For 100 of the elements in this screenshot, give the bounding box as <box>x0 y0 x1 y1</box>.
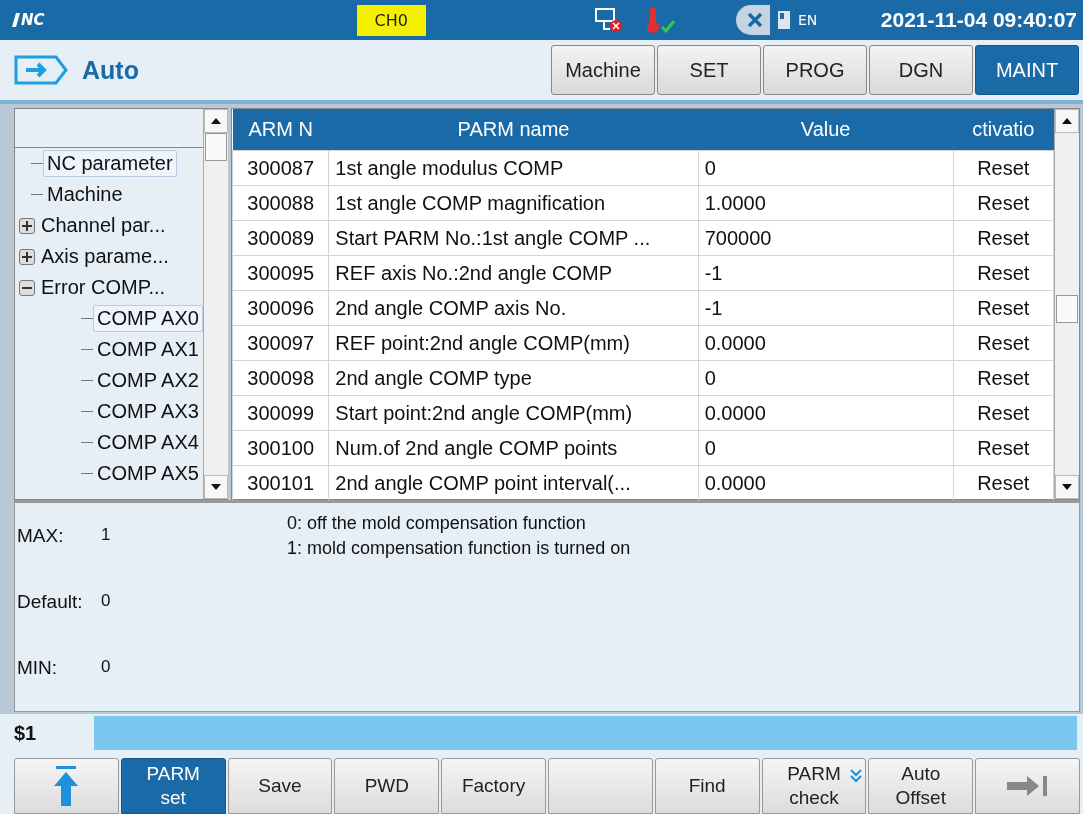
limit-label: MIN: <box>17 657 59 679</box>
network-error-icon <box>593 7 624 33</box>
tree-item[interactable]: NC parameter <box>43 150 177 177</box>
expander-button[interactable] <box>19 279 35 296</box>
mode-label: Auto <box>82 55 139 85</box>
table-cell: Reset <box>953 150 1054 186</box>
tree-item[interactable]: COMP AX1 <box>93 336 203 363</box>
plus-icon <box>22 251 32 262</box>
plus-icon <box>22 220 32 231</box>
channel-label: CH0 <box>356 4 426 36</box>
tree-item[interactable]: Error COMP... <box>37 274 170 301</box>
next-button[interactable] <box>975 758 1080 814</box>
close-icon[interactable] <box>735 5 770 35</box>
tree-item[interactable]: COMP AX3 <box>93 398 203 425</box>
table-cell: 300095 <box>232 255 329 291</box>
softkey-button[interactable]: PARM check <box>761 758 867 814</box>
language-label: EN <box>797 12 818 28</box>
table-cell: 0 <box>698 430 954 466</box>
table-cell: Start PARM No.:1st angle COMP ... <box>328 220 699 256</box>
up-arrow-button[interactable] <box>14 758 119 814</box>
table-cell: 300100 <box>232 430 329 466</box>
limit-value: 0 <box>101 657 111 678</box>
description-line: 1: mold compensation function is turned on <box>287 538 631 559</box>
softkey-button[interactable]: PWD <box>334 758 440 814</box>
table-cell: Reset <box>953 430 1054 466</box>
description-line: 0: off the mold compensation function <box>287 513 587 534</box>
logo: NC <box>10 11 45 29</box>
column-header: PARM name <box>328 109 699 151</box>
scrollbar[interactable] <box>202 109 228 499</box>
expander-button[interactable] <box>19 217 35 234</box>
tab[interactable]: SET <box>657 45 761 95</box>
scroll-down-icon <box>1062 484 1072 490</box>
limit-value: 0 <box>101 591 111 612</box>
tree-item[interactable]: Machine <box>43 181 127 208</box>
table-cell: 0.0000 <box>698 325 954 361</box>
table-cell: 300087 <box>232 150 329 186</box>
table-cell: Reset <box>953 325 1054 361</box>
tree-item[interactable]: COMP AX5 <box>93 460 203 487</box>
table-cell: 0.0000 <box>698 395 954 431</box>
column-header: Value <box>698 109 954 151</box>
scroll-down-icon <box>210 484 221 490</box>
table-cell: -1 <box>698 255 954 291</box>
table-cell: 300088 <box>232 185 329 221</box>
tab[interactable]: DGN <box>869 45 973 95</box>
table-cell: Reset <box>953 220 1054 256</box>
table-cell: 700000 <box>698 220 954 256</box>
limit-label: MAX: <box>17 525 65 547</box>
storage-icon <box>777 11 790 29</box>
scrollbar[interactable] <box>1054 109 1079 499</box>
table-cell: Reset <box>953 360 1054 396</box>
tree-item[interactable]: Axis parame... <box>37 243 173 270</box>
blank-softkey-button[interactable] <box>548 758 653 814</box>
softkey-button[interactable]: PARM set <box>120 758 226 814</box>
table-cell: 0 <box>698 360 954 396</box>
scroll-up-icon <box>210 118 221 124</box>
softkey-button[interactable]: Auto Offset <box>868 758 974 814</box>
limit-value: 1 <box>101 525 111 546</box>
table-cell: REF axis No.:2nd angle COMP <box>328 255 699 291</box>
table-cell: 1.0000 <box>698 185 954 221</box>
softkey-button[interactable]: Factory <box>441 758 546 814</box>
table-cell: 2nd angle COMP axis No. <box>328 290 699 326</box>
table-cell: Start point:2nd angle COMP(mm) <box>328 395 699 431</box>
scroll-thumb[interactable] <box>1056 295 1078 323</box>
command-input[interactable] <box>94 716 1077 750</box>
table-cell: -1 <box>698 290 954 326</box>
table-cell: 300089 <box>232 220 329 256</box>
table-cell: 1st angle COMP magnification <box>328 185 699 221</box>
expander-button[interactable] <box>19 248 35 265</box>
tree-item[interactable]: COMP AX4 <box>93 429 203 456</box>
tree-item[interactable]: Channel par... <box>37 212 170 239</box>
tree-item[interactable]: COMP AX0 <box>93 305 203 332</box>
table-cell: Num.of 2nd angle COMP points <box>328 430 699 466</box>
table-cell: 1st angle modulus COMP <box>328 150 699 186</box>
tab[interactable]: Machine <box>551 45 655 95</box>
table-cell: 300097 <box>232 325 329 361</box>
tree-item[interactable]: COMP AX2 <box>93 367 203 394</box>
table-cell: REF point:2nd angle COMP(mm) <box>328 325 699 361</box>
tab[interactable]: PROG <box>763 45 867 95</box>
table-cell: Reset <box>953 290 1054 326</box>
table-cell: 2nd angle COMP type <box>328 360 699 396</box>
scroll-up-icon <box>1062 118 1072 124</box>
arrow-icon <box>14 55 68 85</box>
tab[interactable]: MAINT <box>975 45 1079 95</box>
table-cell: Reset <box>953 255 1054 291</box>
limit-label: Default: <box>17 591 84 613</box>
softkey-button[interactable]: Find <box>654 758 760 814</box>
softkey-button[interactable]: Save <box>227 758 333 814</box>
up-arrow-icon <box>52 766 81 806</box>
table-cell: Reset <box>953 395 1054 431</box>
date-time: 2021-11-04 09:40:07 <box>880 8 1077 32</box>
scroll-thumb[interactable] <box>204 133 227 161</box>
table-cell: 300099 <box>232 395 329 431</box>
chevron-down-icon <box>850 769 863 783</box>
command-prompt: $1 <box>13 720 38 746</box>
table-cell: 0 <box>698 150 954 186</box>
column-header: ARM N <box>232 109 329 151</box>
table-cell: 300096 <box>232 290 329 326</box>
table-cell: 300098 <box>232 360 329 396</box>
table-cell: Reset <box>953 185 1054 221</box>
skip-arrow-icon <box>1006 774 1049 798</box>
